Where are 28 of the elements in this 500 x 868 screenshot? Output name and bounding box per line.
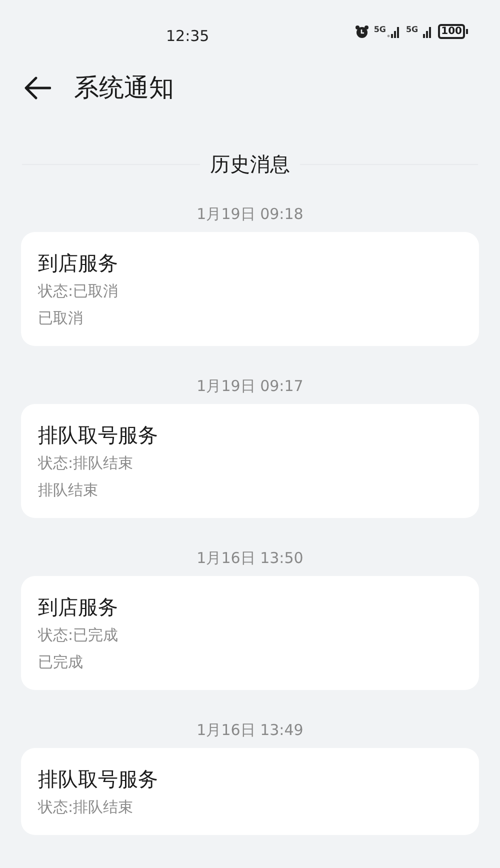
message-status: 状态:排队结束 <box>38 453 134 474</box>
alarm-icon <box>354 24 369 38</box>
signal-icon <box>386 26 401 38</box>
section-title: 历史消息 <box>209 151 291 178</box>
message-card[interactable]: 排队取号服务 状态:排队结束 排队结束 <box>21 404 479 518</box>
message-date: 1月16日 13:49 <box>196 720 304 741</box>
message-date: 1月19日 09:18 <box>196 204 304 225</box>
message-title: 排队取号服务 <box>38 422 159 449</box>
clock-time: 12:35 <box>166 26 210 47</box>
message-title: 排队取号服务 <box>38 766 159 793</box>
page-title: 系统通知 <box>74 72 174 104</box>
message-date: 1月19日 09:17 <box>196 376 304 397</box>
message-status: 状态:已取消 <box>38 281 120 302</box>
network-label: 5G <box>374 26 386 34</box>
message-card[interactable]: 到店服务 状态:已取消 已取消 <box>21 232 479 346</box>
message-detail: 已完成 <box>38 652 84 673</box>
network-label: 5G <box>406 26 418 34</box>
message-detail: 排队结束 <box>38 480 99 501</box>
message-detail: 已取消 <box>38 308 84 329</box>
message-date: 1月16日 13:50 <box>196 548 304 569</box>
message-card[interactable]: 排队取号服务 状态:排队结束 <box>21 748 479 835</box>
back-arrow-icon <box>23 76 51 100</box>
message-status: 状态:已完成 <box>38 625 120 646</box>
message-card[interactable]: 到店服务 状态:已完成 已完成 <box>21 576 479 690</box>
message-status: 状态:排队结束 <box>38 797 134 818</box>
message-title: 到店服务 <box>38 594 119 621</box>
battery-indicator: 100 <box>438 24 465 39</box>
message-title: 到店服务 <box>38 250 119 277</box>
